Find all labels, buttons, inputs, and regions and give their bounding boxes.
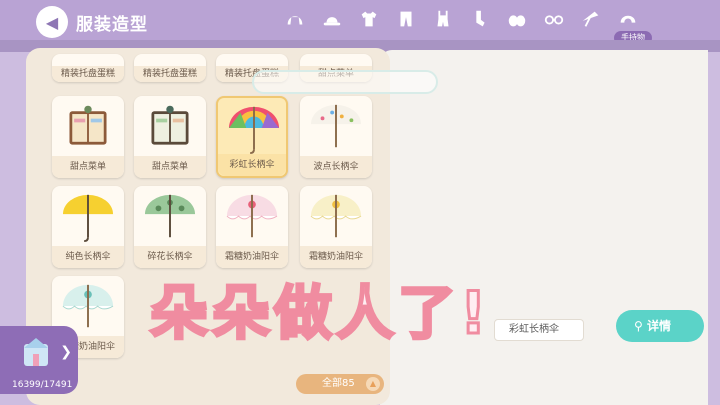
item-label: 甜点菜单 <box>52 156 124 178</box>
category-tabs <box>276 0 646 40</box>
frosting-parasol-image <box>306 190 366 244</box>
tab-hair[interactable] <box>276 0 313 38</box>
detail-button[interactable]: ⚲ 详情 <box>616 310 704 342</box>
glasses-icon <box>544 15 563 25</box>
filter-label: 全部85 <box>322 378 355 389</box>
overalls-icon <box>437 10 448 27</box>
wardrobe-widget[interactable]: ❯ 16399/17491 <box>0 326 78 394</box>
item-card[interactable]: 霜糖奶油阳伞 <box>300 186 372 268</box>
item-card[interactable]: 精装托盘蛋糕 <box>134 54 206 82</box>
hat-icon <box>323 17 340 26</box>
socks-icon <box>475 10 485 27</box>
pants-icon <box>400 11 411 27</box>
top-icon <box>361 11 376 27</box>
wardrobe-icon <box>24 338 48 366</box>
chevron-up-icon: ▲ <box>366 377 380 391</box>
solid-umbrella-image <box>58 190 118 244</box>
page-title: 服装造型 <box>76 15 148 35</box>
shoes-icon <box>508 15 525 27</box>
search-icon: ⚲ <box>634 319 643 333</box>
floral-umbrella-image <box>140 190 200 244</box>
tab-top[interactable] <box>350 0 387 38</box>
handheld-icon <box>582 11 598 27</box>
tab-socks[interactable] <box>461 0 498 38</box>
item-label: 精装托盘蛋糕 <box>52 66 124 82</box>
detail-label: 详情 <box>646 319 671 333</box>
item-label: 碎花长柄伞 <box>134 246 206 268</box>
item-label: 纯色长柄伞 <box>52 246 124 268</box>
item-card[interactable]: 甜点菜单 <box>52 96 124 178</box>
rainbow-umbrella-image <box>224 102 284 156</box>
item-label: 霜糖奶油阳伞 <box>216 246 288 268</box>
preview-item-name: 彩虹长柄伞 <box>494 319 584 341</box>
hair-icon <box>287 16 302 25</box>
item-card[interactable]: 碎花长柄伞 <box>134 186 206 268</box>
filter-button[interactable]: 全部85 ▲ <box>296 374 384 394</box>
menu-book-image <box>140 100 200 154</box>
item-label: 霜糖奶油阳伞 <box>300 246 372 268</box>
tab-pants[interactable] <box>387 0 424 38</box>
tab-shoes[interactable] <box>498 0 535 38</box>
item-card-selected[interactable]: 彩虹长柄伞 <box>216 96 288 178</box>
wardrobe-count: 16399/17491 <box>12 380 73 390</box>
item-label: 波点长柄伞 <box>300 156 372 178</box>
item-card[interactable]: 霜糖奶油阳伞 <box>216 186 288 268</box>
item-label: 彩虹长柄伞 <box>218 154 286 176</box>
polka-umbrella-image <box>306 100 366 154</box>
more-icon <box>620 15 635 23</box>
search-overlay <box>252 70 438 94</box>
chevron-right-icon: ❯ <box>60 344 72 360</box>
tab-hat[interactable] <box>313 0 350 38</box>
tab-glasses[interactable] <box>535 0 572 38</box>
item-card[interactable]: 波点长柄伞 <box>300 96 372 178</box>
frosting-parasol-image <box>222 190 282 244</box>
menu-book-image <box>58 100 118 154</box>
item-label: 甜点菜单 <box>134 156 206 178</box>
back-button[interactable]: ◀ <box>36 6 68 38</box>
tab-overalls[interactable] <box>424 0 461 38</box>
chevron-left-icon: ◀ <box>45 12 59 32</box>
preview-area <box>380 50 708 405</box>
item-card[interactable]: 精装托盘蛋糕 <box>52 54 124 82</box>
item-card[interactable]: 纯色长柄伞 <box>52 186 124 268</box>
item-card[interactable]: 甜点菜单 <box>134 96 206 178</box>
overlay-caption: 朵朵做人了! <box>148 278 491 349</box>
tab-handheld[interactable] <box>572 0 609 38</box>
item-label: 精装托盘蛋糕 <box>134 66 206 82</box>
